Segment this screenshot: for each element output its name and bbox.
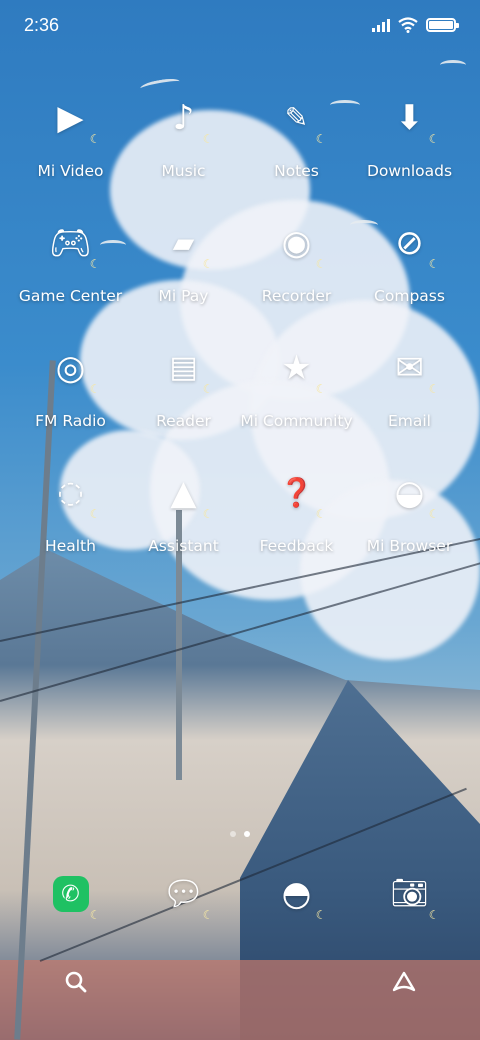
assistant-icon xyxy=(392,971,416,992)
app-grid: ▶ ☾ Mi Video ♪ ☾ Music ✎ ☾ Notes ⬇ ☾ Downloa… xyxy=(14,92,466,592)
wifi-icon xyxy=(398,17,418,33)
gamepad-icon: 🎮︎ ☾ xyxy=(48,223,101,271)
search-icon xyxy=(65,971,87,993)
book-icon: ▤ ☾ xyxy=(169,350,214,397)
page-dot-active xyxy=(244,831,250,837)
mail-icon: ✉ ☾ xyxy=(395,348,440,396)
app-mi-video[interactable]: ▶ ☾ Mi Video xyxy=(14,92,127,217)
app-label: Compass xyxy=(374,287,445,305)
app-mi-pay[interactable]: ▰ ☾ Mi Pay xyxy=(127,217,240,342)
app-label: Game Center xyxy=(18,287,123,305)
app-notes[interactable]: ✎ ☾ Notes xyxy=(240,92,353,217)
download-icon: ⬇ ☾ xyxy=(395,98,440,146)
app-label: Music xyxy=(161,162,206,180)
signal-icon xyxy=(372,18,390,32)
app-label: Health xyxy=(45,537,96,555)
app-music[interactable]: ♪ ☾ Music xyxy=(127,92,240,217)
radio-icon: ◎ ☾ xyxy=(55,348,101,396)
dock-phone[interactable]: ✆ ☾ xyxy=(14,868,127,922)
app-label: Assistant xyxy=(148,537,219,555)
messaging-icon: 💬︎ ☾ xyxy=(161,874,214,922)
play-icon: ▶ ☾ xyxy=(57,98,101,146)
app-feedback[interactable]: ❓ ☾ Feedback xyxy=(240,467,353,592)
status-bar: 2:36 xyxy=(0,0,480,50)
app-label: Mi Browser xyxy=(366,537,453,555)
browser-icon: ◓ ☾ xyxy=(281,874,327,922)
assistant-icon: ▲ ☾ xyxy=(170,473,214,521)
dock-messaging[interactable]: 💬︎ ☾ xyxy=(127,868,240,922)
phone-icon: ✆ ☾ xyxy=(45,868,101,922)
health-icon: ◌ ☾ xyxy=(57,475,101,522)
app-fm-radio[interactable]: ◎ ☾ FM Radio xyxy=(14,342,127,467)
page-indicator xyxy=(0,831,480,837)
app-label: Feedback xyxy=(259,537,334,555)
app-label: Reader xyxy=(156,412,211,430)
app-label: Mi Pay xyxy=(158,287,209,305)
bottom-search-bar xyxy=(40,958,440,1006)
status-icons xyxy=(372,17,459,33)
dock-camera[interactable]: 📷︎ ☾ xyxy=(353,868,466,923)
globe-icon: ◒ ☾ xyxy=(394,473,440,521)
record-icon: ◉ ☾ xyxy=(281,223,327,271)
compass-icon: ⊘ ☾ xyxy=(395,223,440,271)
app-label: FM Radio xyxy=(35,412,106,430)
community-icon: ★ ☾ xyxy=(281,348,327,396)
app-label: Mi Community xyxy=(240,412,353,430)
camera-icon: 📷︎ ☾ xyxy=(390,876,440,923)
app-downloads[interactable]: ⬇ ☾ Downloads xyxy=(353,92,466,217)
app-compass[interactable]: ⊘ ☾ Compass xyxy=(353,217,466,342)
app-reader[interactable]: ▤ ☾ Reader xyxy=(127,342,240,467)
battery-icon xyxy=(426,18,459,32)
app-mi-community[interactable]: ★ ☾ Mi Community xyxy=(240,342,353,467)
assistant-button[interactable] xyxy=(386,964,422,1000)
dock: ✆ ☾ 💬︎ ☾ ◓ ☾ 📷︎ ☾ xyxy=(14,868,466,923)
app-label: Notes xyxy=(274,162,319,180)
app-recorder[interactable]: ◉ ☾ Recorder xyxy=(240,217,353,342)
card-icon: ▰ ☾ xyxy=(172,226,214,272)
app-game-center[interactable]: 🎮︎ ☾ Game Center xyxy=(14,217,127,342)
app-label: Email xyxy=(387,412,431,430)
app-label: Downloads xyxy=(366,162,453,180)
pencil-icon: ✎ ☾ xyxy=(284,101,327,147)
app-label: Mi Video xyxy=(37,162,104,180)
app-health[interactable]: ◌ ☾ Health xyxy=(14,467,127,592)
app-email[interactable]: ✉ ☾ Email xyxy=(353,342,466,467)
feedback-icon: ❓ ☾ xyxy=(279,476,327,522)
app-label: Recorder xyxy=(261,287,332,305)
page-dot xyxy=(230,831,236,837)
music-note-icon: ♪ ☾ xyxy=(172,98,214,146)
dock-browser[interactable]: ◓ ☾ xyxy=(240,868,353,922)
clock: 2:36 xyxy=(24,14,60,35)
app-assistant[interactable]: ▲ ☾ Assistant xyxy=(127,467,240,592)
app-mi-browser[interactable]: ◒ ☾ Mi Browser xyxy=(353,467,466,592)
search-button[interactable] xyxy=(58,964,94,1000)
